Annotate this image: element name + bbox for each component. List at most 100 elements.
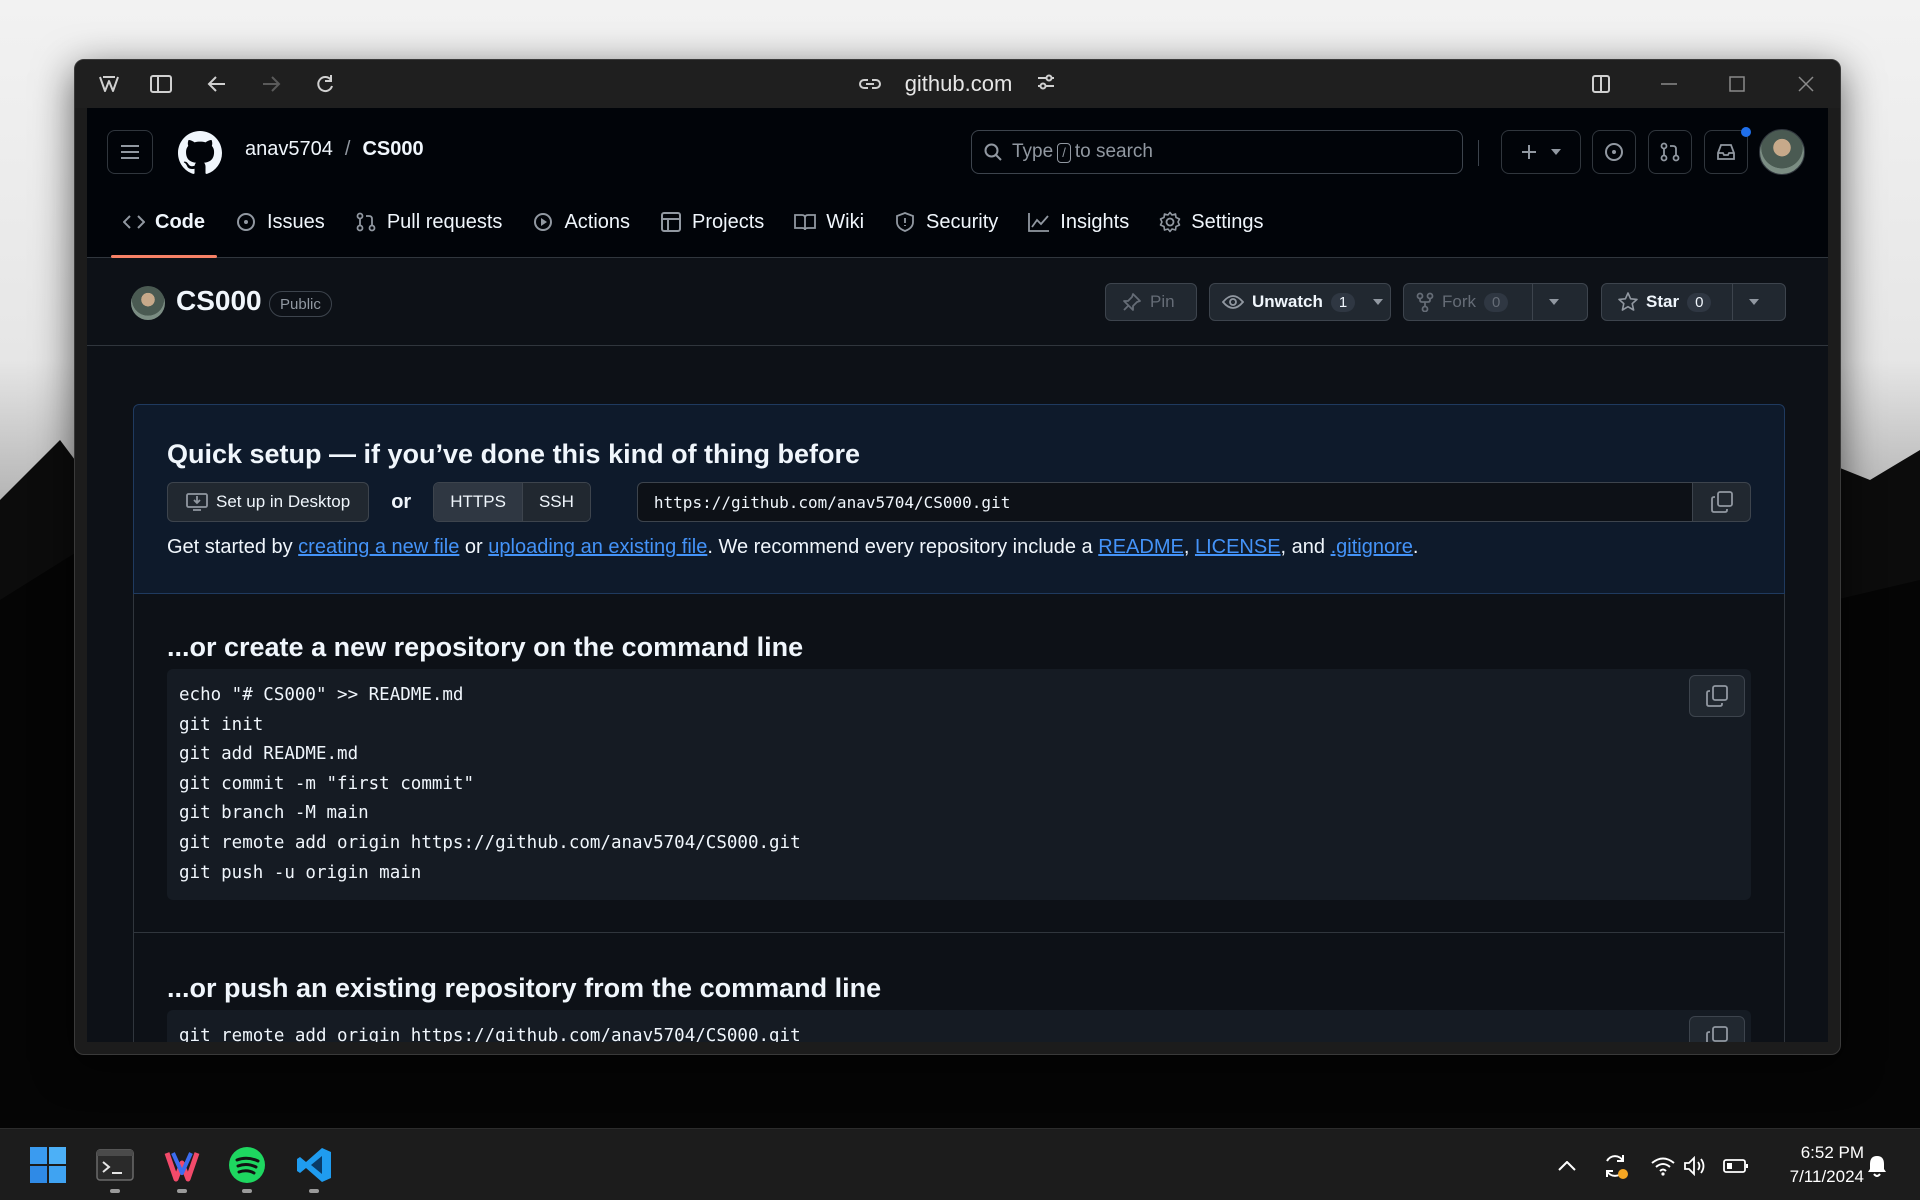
taskbar-browser[interactable] bbox=[160, 1143, 204, 1193]
repo-name[interactable]: CS000 bbox=[176, 285, 262, 317]
chevron-up-icon[interactable] bbox=[1552, 1151, 1582, 1181]
tab-projects[interactable]: Projects bbox=[648, 196, 776, 248]
inbox-button[interactable] bbox=[1704, 127, 1751, 174]
new-repo-code[interactable]: echo "# CS000" >> README.md git init git… bbox=[167, 669, 1751, 901]
address-bar[interactable]: github.com bbox=[905, 71, 1013, 97]
tab-security-label: Security bbox=[926, 210, 999, 233]
back-arrow-icon[interactable] bbox=[205, 72, 229, 96]
pull-requests-button[interactable] bbox=[1648, 130, 1692, 174]
taskbar-terminal[interactable] bbox=[93, 1143, 137, 1193]
tab-settings-label: Settings bbox=[1191, 210, 1264, 233]
copy-push-existing-button[interactable] bbox=[1689, 1016, 1745, 1042]
tab-wiki[interactable]: Wiki bbox=[782, 196, 876, 248]
tab-settings[interactable]: Settings bbox=[1147, 196, 1275, 248]
table-icon bbox=[660, 212, 682, 232]
start-button[interactable] bbox=[26, 1143, 70, 1187]
copy-url-button[interactable] bbox=[1693, 482, 1751, 522]
vscode-icon bbox=[297, 1148, 331, 1182]
star-count: 0 bbox=[1687, 292, 1712, 312]
desktop-download-icon bbox=[186, 493, 208, 511]
maximize-icon[interactable] bbox=[1725, 72, 1749, 96]
volume-icon[interactable] bbox=[1680, 1151, 1710, 1181]
fork-button[interactable]: Fork 0 bbox=[1403, 283, 1588, 321]
minimize-icon[interactable] bbox=[1657, 72, 1681, 96]
tab-pull-requests[interactable]: Pull requests bbox=[343, 196, 515, 248]
close-window-icon[interactable] bbox=[1794, 72, 1818, 96]
tab-actions[interactable]: Actions bbox=[520, 196, 642, 248]
tab-wiki-label: Wiki bbox=[826, 210, 865, 233]
breadcrumb-separator: / bbox=[344, 138, 351, 160]
terminal-icon bbox=[96, 1149, 134, 1181]
tab-code-label: Code bbox=[155, 210, 205, 233]
hamburger-icon bbox=[121, 145, 139, 159]
taskbar-clock[interactable]: 6:52 PM 7/11/2024 bbox=[1790, 1141, 1864, 1189]
watch-main[interactable]: Unwatch 1 bbox=[1210, 284, 1365, 320]
gitignore-link[interactable]: .gitignore bbox=[1331, 536, 1413, 558]
shield-icon bbox=[894, 212, 916, 232]
search-input[interactable]: Type / to search bbox=[971, 130, 1463, 174]
fork-dropdown[interactable] bbox=[1532, 284, 1575, 320]
https-option[interactable]: HTTPS bbox=[434, 483, 522, 521]
repo-title-row: CS000 Public Pin Unwatch 1 Fork 0 Star 0 bbox=[87, 258, 1828, 346]
notification-bell-icon[interactable] bbox=[1862, 1151, 1892, 1181]
taskbar-vscode[interactable] bbox=[292, 1143, 336, 1193]
fork-label: Fork bbox=[1442, 292, 1476, 311]
menu-button[interactable] bbox=[107, 130, 153, 174]
star-main[interactable]: Star 0 bbox=[1602, 284, 1732, 320]
user-avatar[interactable] bbox=[1759, 129, 1805, 175]
breadcrumb-owner[interactable]: anav5704 bbox=[245, 138, 333, 161]
repo-forked-icon bbox=[1416, 292, 1434, 312]
reload-icon[interactable] bbox=[313, 72, 337, 96]
battery-icon[interactable] bbox=[1721, 1151, 1751, 1181]
pin-icon bbox=[1123, 293, 1141, 311]
code-line: git branch -M main bbox=[179, 803, 369, 824]
ssh-option[interactable]: SSH bbox=[521, 483, 590, 521]
pin-button[interactable]: Pin bbox=[1105, 283, 1197, 321]
create-file-link[interactable]: creating a new file bbox=[298, 536, 459, 558]
tab-insights[interactable]: Insights bbox=[1016, 196, 1141, 248]
gear-icon bbox=[1159, 211, 1181, 233]
code-line: git push -u origin main bbox=[179, 862, 422, 883]
running-indicator bbox=[309, 1189, 319, 1193]
notification-dot bbox=[1741, 127, 1751, 137]
taskbar: 6:52 PM 7/11/2024 bbox=[0, 1128, 1920, 1200]
push-existing-code[interactable]: git remote add origin https://github.com… bbox=[167, 1010, 1751, 1042]
code-line: git init bbox=[179, 714, 264, 735]
taskbar-spotify[interactable] bbox=[225, 1143, 269, 1193]
upload-file-link[interactable]: uploading an existing file bbox=[488, 536, 707, 558]
tab-insights-label: Insights bbox=[1060, 210, 1130, 233]
repo-owner-avatar[interactable] bbox=[131, 286, 165, 320]
star-dropdown[interactable] bbox=[1732, 284, 1775, 320]
tab-security[interactable]: Security bbox=[882, 196, 1010, 248]
protocol-toggle: HTTPS SSH bbox=[433, 482, 591, 522]
code-line: echo "# CS000" >> README.md bbox=[179, 685, 464, 705]
fork-main[interactable]: Fork 0 bbox=[1404, 284, 1532, 320]
code-line: git remote add origin https://github.com… bbox=[179, 832, 801, 853]
github-logo-icon[interactable] bbox=[178, 131, 222, 175]
watch-dropdown[interactable] bbox=[1365, 284, 1391, 320]
watch-button[interactable]: Unwatch 1 bbox=[1209, 283, 1391, 321]
browser-window: github.com anav5704 / CS000 Type / to se… bbox=[74, 59, 1841, 1055]
sidebar-toggle-icon[interactable] bbox=[149, 72, 173, 96]
sync-icon[interactable] bbox=[1600, 1151, 1630, 1181]
tab-issues[interactable]: Issues bbox=[223, 196, 337, 248]
breadcrumb: anav5704 / CS000 bbox=[245, 138, 424, 161]
browser-logo-icon[interactable] bbox=[97, 72, 121, 96]
split-view-icon[interactable] bbox=[1589, 72, 1613, 96]
issues-button[interactable] bbox=[1592, 130, 1636, 174]
wifi-icon[interactable] bbox=[1648, 1151, 1678, 1181]
tab-code[interactable]: Code bbox=[111, 196, 217, 258]
breadcrumb-repo[interactable]: CS000 bbox=[362, 138, 423, 161]
readme-link[interactable]: README bbox=[1098, 536, 1184, 558]
site-settings-icon[interactable] bbox=[1036, 71, 1056, 97]
running-indicator bbox=[110, 1189, 120, 1193]
setup-desktop-button[interactable]: Set up in Desktop bbox=[167, 482, 370, 522]
clone-url-input[interactable]: https://github.com/anav5704/CS000.git bbox=[636, 482, 1693, 522]
license-link[interactable]: LICENSE bbox=[1195, 536, 1281, 558]
fork-count: 0 bbox=[1484, 292, 1509, 312]
copy-new-repo-button[interactable] bbox=[1689, 675, 1745, 717]
page-viewport: anav5704 / CS000 Type / to search Code I… bbox=[87, 108, 1828, 1042]
star-button[interactable]: Star 0 bbox=[1601, 283, 1786, 321]
create-new-button[interactable] bbox=[1501, 130, 1581, 174]
forward-arrow-icon[interactable] bbox=[259, 72, 283, 96]
